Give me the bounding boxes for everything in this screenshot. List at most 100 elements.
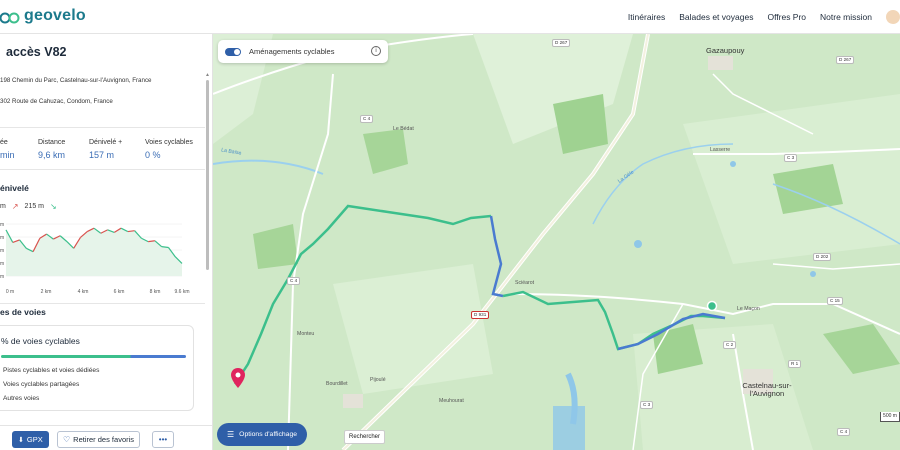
voies-card-title: % de voies cyclables (1, 336, 80, 346)
route-map[interactable]: Gazaupouy Le Bédat Lasserre Le Maçon Sci… (213, 34, 900, 450)
legend-dedicated: Pistes cyclables et voies dédiées (3, 367, 100, 374)
route-sidebar: accès V82 198 Chemin du Parc, Castelnau-… (0, 34, 213, 450)
voies-card: % de voies cyclables Pistes cyclables et… (0, 325, 194, 411)
divider (0, 303, 205, 304)
stat-distance-value: 9,6 km (38, 150, 66, 160)
place-label: Pijoulé (370, 377, 386, 383)
sidebar-scrollbar[interactable]: ▲ ▼ (205, 72, 210, 450)
cycle-layer-switch[interactable] (225, 47, 241, 56)
stat-elevation-value: 157 m (89, 150, 115, 160)
arrow-up-right-icon: ↗ (11, 202, 19, 211)
stat-elevation-label: Dénivelé + (89, 139, 123, 146)
top-navigation-bar: geovelo Itinéraires Balades et voyages O… (0, 0, 900, 34)
divider (0, 169, 205, 170)
elevation-line-segment (127, 230, 135, 233)
elevation-area (6, 228, 182, 276)
elevation-y-tick: m (0, 248, 4, 254)
road-number: D 931 (471, 311, 490, 319)
elevation-x-tick: 8 km (150, 289, 161, 295)
elevation-x-tick: 4 km (78, 289, 89, 295)
legend-other: Autres voies (3, 395, 40, 402)
remove-favorite-button[interactable]: ♡ Retirer des favoris (57, 431, 141, 448)
elevation-max: 215 m (24, 203, 45, 210)
place-label: Gazaupouy (706, 46, 745, 55)
road-number: C 15 (827, 297, 843, 305)
elevation-y-tick: m (0, 222, 4, 228)
gpx-label: GPX (26, 435, 43, 444)
elevation-line-segment (148, 240, 155, 243)
elevation-line-segment (161, 246, 169, 249)
cycle-layer-label: Aménagements cyclables (249, 47, 335, 56)
elevation-x-tick: 6 km (114, 289, 125, 295)
place-label: Castelnau-sur-l'Auvignon (742, 381, 792, 398)
place-label: Le Maçon (737, 306, 760, 312)
cycle-layer-toggle-card: Aménagements cyclables i (218, 40, 388, 63)
road-number: D 267 (552, 39, 571, 47)
route-road-segment (489, 215, 504, 298)
elevation-x-tick: 9.6 km (174, 289, 189, 295)
map-scale: 500 m (880, 412, 900, 422)
bike-logo-icon (0, 12, 20, 24)
road-number: D 267 (836, 56, 855, 64)
route-title: accès V82 (6, 45, 67, 59)
destination-address[interactable]: 302 Route de Cahuzac, Condom, France (0, 98, 113, 105)
more-options-button[interactable]: ••• (152, 431, 174, 448)
elevation-y-tick: m (0, 235, 4, 241)
user-avatar[interactable] (886, 10, 900, 24)
elevation-min: m (0, 203, 6, 210)
elevation-y-tick: m (0, 274, 4, 280)
stat-duration-label: ée (0, 139, 8, 146)
favorite-label: Retirer des favoris (73, 435, 135, 444)
place-label: Bourdillet (326, 381, 348, 387)
stat-duration-value: min (0, 150, 15, 160)
place-label: Meuhourat (439, 398, 464, 404)
elevation-x-tick: 2 km (41, 289, 52, 295)
logo-text: geovelo (24, 7, 86, 24)
nav-offres-pro[interactable]: Offres Pro (767, 12, 806, 22)
display-options-button[interactable]: ☰ Options d'affichage (217, 423, 308, 446)
origin-address[interactable]: 198 Chemin du Parc, Castelnau-sur-l'Auvi… (0, 77, 151, 84)
stat-distance-label: Distance (38, 139, 66, 146)
origin-pin-icon[interactable] (231, 368, 245, 388)
arrow-down-right-icon: ↘ (50, 202, 57, 211)
geovelo-logo[interactable]: geovelo (0, 7, 86, 25)
scroll-up-icon[interactable]: ▲ (205, 72, 210, 78)
nav-mission[interactable]: Notre mission (820, 12, 872, 22)
display-options-label: Options d'affichage (239, 431, 298, 438)
scroll-thumb[interactable] (206, 80, 209, 270)
stat-cycleways-label: Voies cyclables (145, 139, 193, 146)
road-number: C 4 (360, 115, 374, 123)
sliders-icon: ☰ (227, 430, 235, 439)
info-icon[interactable]: i (371, 46, 381, 56)
search-area-button[interactable]: Rechercher (344, 430, 386, 444)
heart-icon: ♡ (63, 435, 71, 444)
road-number: D 202 (813, 253, 832, 261)
legend-shared: Voies cyclables partagées (3, 381, 80, 388)
sidebar-action-bar: ⬇ GPX ♡ Retirer des favoris ••• (0, 425, 212, 450)
stat-cycleways-value: 0 % (145, 150, 161, 160)
elevation-y-tick: m (0, 261, 4, 267)
road-number: C 3 (640, 401, 654, 409)
destination-marker (706, 300, 718, 312)
divider (0, 127, 205, 128)
road-number: R 1 (788, 360, 802, 368)
road-number: C 3 (784, 154, 798, 162)
voies-progress-bar (1, 355, 186, 358)
nav-balades[interactable]: Balades et voyages (679, 12, 753, 22)
elevation-chart[interactable]: m m m m m 0 m 2 km 4 km 6 km 8 km 9.6 km (0, 216, 200, 296)
road-number: C 2 (723, 341, 737, 349)
elevation-summary: m ↗ 215 m ↘ (0, 202, 57, 211)
place-label: Le Bédat (393, 126, 414, 132)
road-number: C 4 (837, 428, 851, 436)
place-label: Monteu (297, 331, 315, 337)
place-label: Sciéarot (515, 280, 535, 286)
voies-section-title: es de voies (0, 307, 46, 317)
road-number: C 4 (287, 277, 301, 285)
elevation-x-tick: 0 m (6, 289, 14, 295)
main-nav: Itinéraires Balades et voyages Offres Pr… (628, 0, 900, 34)
download-icon: ⬇ (18, 436, 24, 444)
nav-itineraires[interactable]: Itinéraires (628, 12, 665, 22)
place-label: Lasserre (710, 147, 731, 153)
elevation-section-title: énivelé (0, 183, 29, 193)
gpx-download-button[interactable]: ⬇ GPX (12, 431, 49, 448)
